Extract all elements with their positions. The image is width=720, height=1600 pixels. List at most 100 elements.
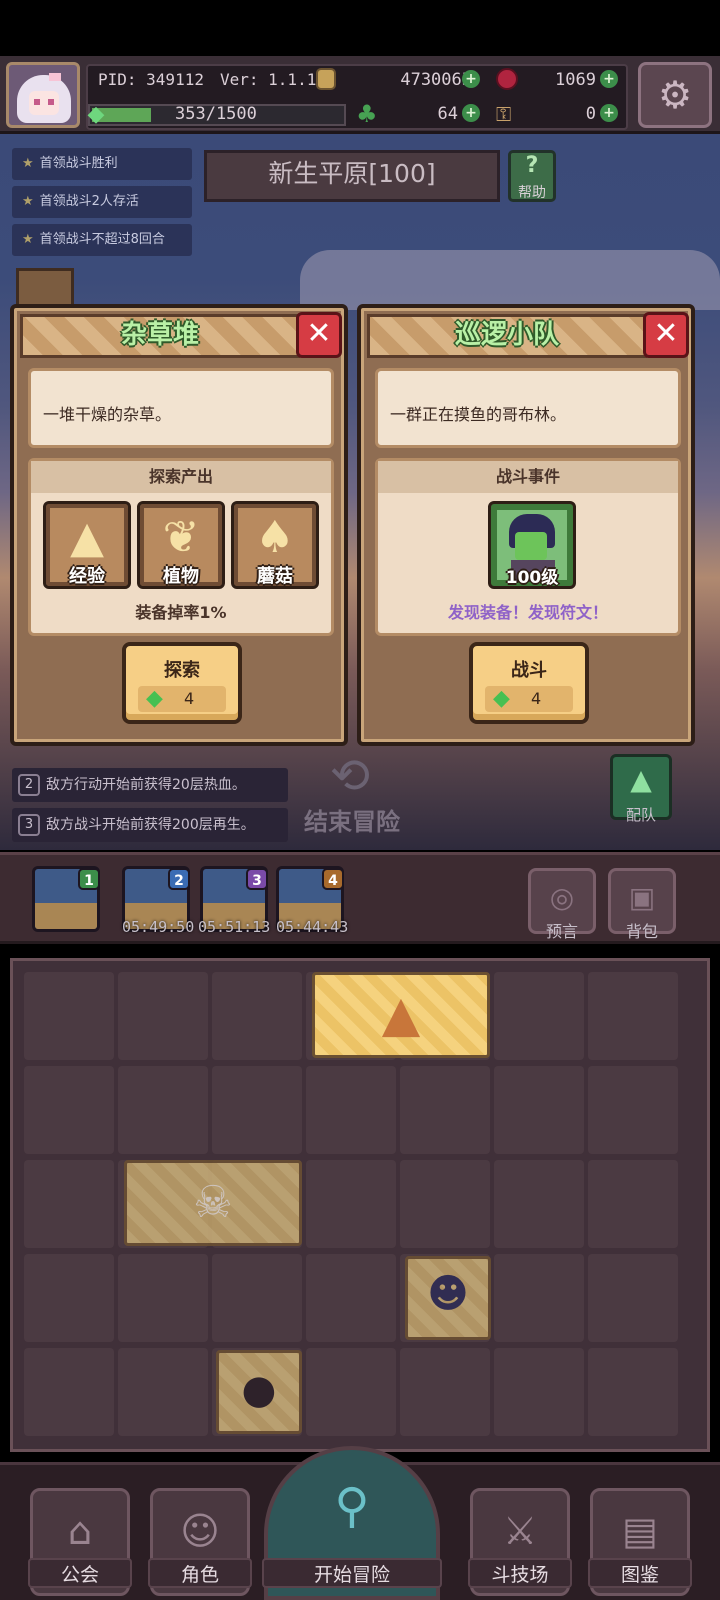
key-icon: ⚿ — [496, 102, 512, 126]
backpack-icon: ▣ — [628, 881, 656, 914]
slot-number-badge: 3 — [246, 868, 268, 890]
reward-xp[interactable]: ▲ 经验 — [43, 501, 131, 589]
reward-plant[interactable]: ❦ 植物 — [137, 501, 225, 589]
button-label: 战斗 — [511, 660, 547, 681]
close-button[interactable]: ✕ — [296, 312, 342, 358]
reward-label: 蘑菇 — [257, 566, 293, 587]
character-icon: ☺ — [180, 1509, 220, 1553]
backpack-label: 背包 — [625, 922, 658, 941]
status-bar — [0, 0, 720, 56]
chest-icon — [16, 268, 74, 308]
section-title: 探索产出 — [31, 461, 331, 493]
player-avatar[interactable] — [6, 62, 80, 128]
board-cell[interactable] — [400, 1066, 490, 1154]
board-cell[interactable] — [400, 1160, 490, 1248]
board-cell[interactable] — [212, 1066, 302, 1154]
slot-number-badge: 2 — [168, 868, 190, 890]
enemy-level: 100级 — [505, 568, 559, 588]
gear-icon: ⚙ — [657, 73, 693, 117]
board-cell[interactable] — [24, 972, 114, 1060]
board-cell[interactable] — [212, 1254, 302, 1342]
add-clover-icon[interactable]: + — [462, 104, 480, 122]
end-adventure-icon: ⟲ — [329, 748, 371, 804]
add-ruby-icon[interactable]: + — [600, 70, 618, 88]
board-cell[interactable] — [118, 1066, 208, 1154]
board-cell[interactable] — [306, 1160, 396, 1248]
reward-mushroom[interactable]: ♠ 蘑菇 — [231, 501, 319, 589]
fight-button[interactable]: 战斗 ◆ 4 — [469, 642, 589, 724]
event-card-weeds: 杂草堆 ✕ 一堆干燥的杂草。 探索产出 ▲ 经验 ❦ 植物 ♠ 蘑菇 装备掉率1… — [10, 304, 348, 746]
slot-timer: 05:51:13 — [198, 918, 271, 936]
nav-character-label: 角色 — [180, 1564, 219, 1586]
board-cell[interactable] — [306, 1254, 396, 1342]
star-icon: ★ — [22, 156, 34, 171]
energy-gem-icon: ◆ — [493, 686, 510, 711]
board-cell[interactable] — [494, 1254, 584, 1342]
board-cell[interactable] — [306, 1066, 396, 1154]
codex-book-icon: ▤ — [622, 1509, 658, 1553]
end-adventure-button[interactable]: 结束冒险 — [296, 802, 408, 837]
section-title: 战斗事件 — [378, 461, 678, 493]
energy-gem-icon: ◆ — [87, 102, 105, 127]
battle-event-section: 战斗事件 100级 发现装备！发现符文！ — [375, 458, 681, 636]
board-cell[interactable] — [588, 1066, 678, 1154]
skull-icon: ☠ — [193, 1177, 233, 1228]
guild-house-icon: ⌂ — [67, 1509, 93, 1553]
board-cell[interactable] — [118, 1348, 208, 1436]
board-cell[interactable] — [494, 1066, 584, 1154]
board-cell[interactable] — [118, 972, 208, 1060]
prophecy-label: 预言 — [545, 922, 578, 941]
board-cell[interactable] — [494, 1160, 584, 1248]
board-cell[interactable] — [212, 972, 302, 1060]
cauldron-icon: ● — [241, 1367, 277, 1413]
clover-icon: ♣ — [356, 100, 378, 128]
board-cell[interactable] — [306, 1348, 396, 1436]
board-cell[interactable] — [494, 1348, 584, 1436]
effect-item: 3 敌方战斗开始前获得200层再生。 — [12, 808, 288, 842]
goblin-patrol-tile[interactable]: ☻ — [405, 1256, 491, 1340]
cauldron-tile[interactable]: ● — [216, 1350, 302, 1434]
board-cell[interactable] — [24, 1160, 114, 1248]
board-cell[interactable] — [494, 972, 584, 1060]
ram-skull-tile[interactable]: ☠ — [124, 1160, 302, 1246]
xp-text: 353/1500 — [175, 104, 257, 124]
effect-item: 2 敌方行动开始前获得20层热血。 — [12, 768, 288, 802]
close-icon: ✕ — [306, 316, 332, 351]
add-gold-icon[interactable]: + — [462, 70, 480, 88]
drop-rate: 装备掉率1% — [135, 603, 227, 622]
nav-arena-label: 斗技场 — [491, 1564, 549, 1586]
reward-label: 经验 — [69, 566, 105, 587]
board-cell[interactable] — [24, 1254, 114, 1342]
card-title: 巡逻小队 — [454, 320, 559, 350]
team-icon: ▲ — [630, 763, 652, 796]
add-key-icon[interactable]: + — [600, 104, 618, 122]
board-cell[interactable] — [24, 1066, 114, 1154]
quest-item: ★ 首领战斗不超过8回合 — [12, 224, 192, 256]
goblin-portrait[interactable]: 100级 — [488, 501, 576, 589]
key-amount: 0 — [585, 104, 596, 124]
reward-label: 植物 — [163, 566, 199, 587]
help-label: 帮助 — [518, 185, 546, 201]
settings-button[interactable]: ⚙ — [638, 62, 712, 128]
board-cell[interactable] — [588, 1160, 678, 1248]
explore-button[interactable]: 探索 ◆ 4 — [122, 642, 242, 724]
weed-pile-tile[interactable]: ▲ — [312, 972, 490, 1058]
stage-name: 新生平原[100] — [268, 159, 436, 188]
quest-item: ★ 首领战斗胜利 — [12, 148, 192, 180]
xp-arrow-icon: ▲ — [70, 512, 104, 563]
close-icon: ✕ — [653, 316, 679, 351]
board-cell[interactable] — [588, 1348, 678, 1436]
board-cell[interactable] — [118, 1254, 208, 1342]
discovery-note: 发现装备！发现符文！ — [447, 603, 608, 622]
slot-number-badge: 4 — [322, 868, 344, 890]
board-cell[interactable] — [588, 972, 678, 1060]
board-cell[interactable] — [588, 1254, 678, 1342]
button-label: 探索 — [164, 660, 200, 681]
magnifier-icon: ⚲ — [334, 1478, 370, 1534]
close-button[interactable]: ✕ — [643, 312, 689, 358]
board-cell[interactable] — [400, 1348, 490, 1436]
slot-timer: 05:49:50 — [122, 918, 195, 936]
nav-guild-label: 公会 — [60, 1564, 99, 1586]
board-cell[interactable] — [24, 1348, 114, 1436]
leaf-icon: ❦ — [162, 512, 200, 563]
